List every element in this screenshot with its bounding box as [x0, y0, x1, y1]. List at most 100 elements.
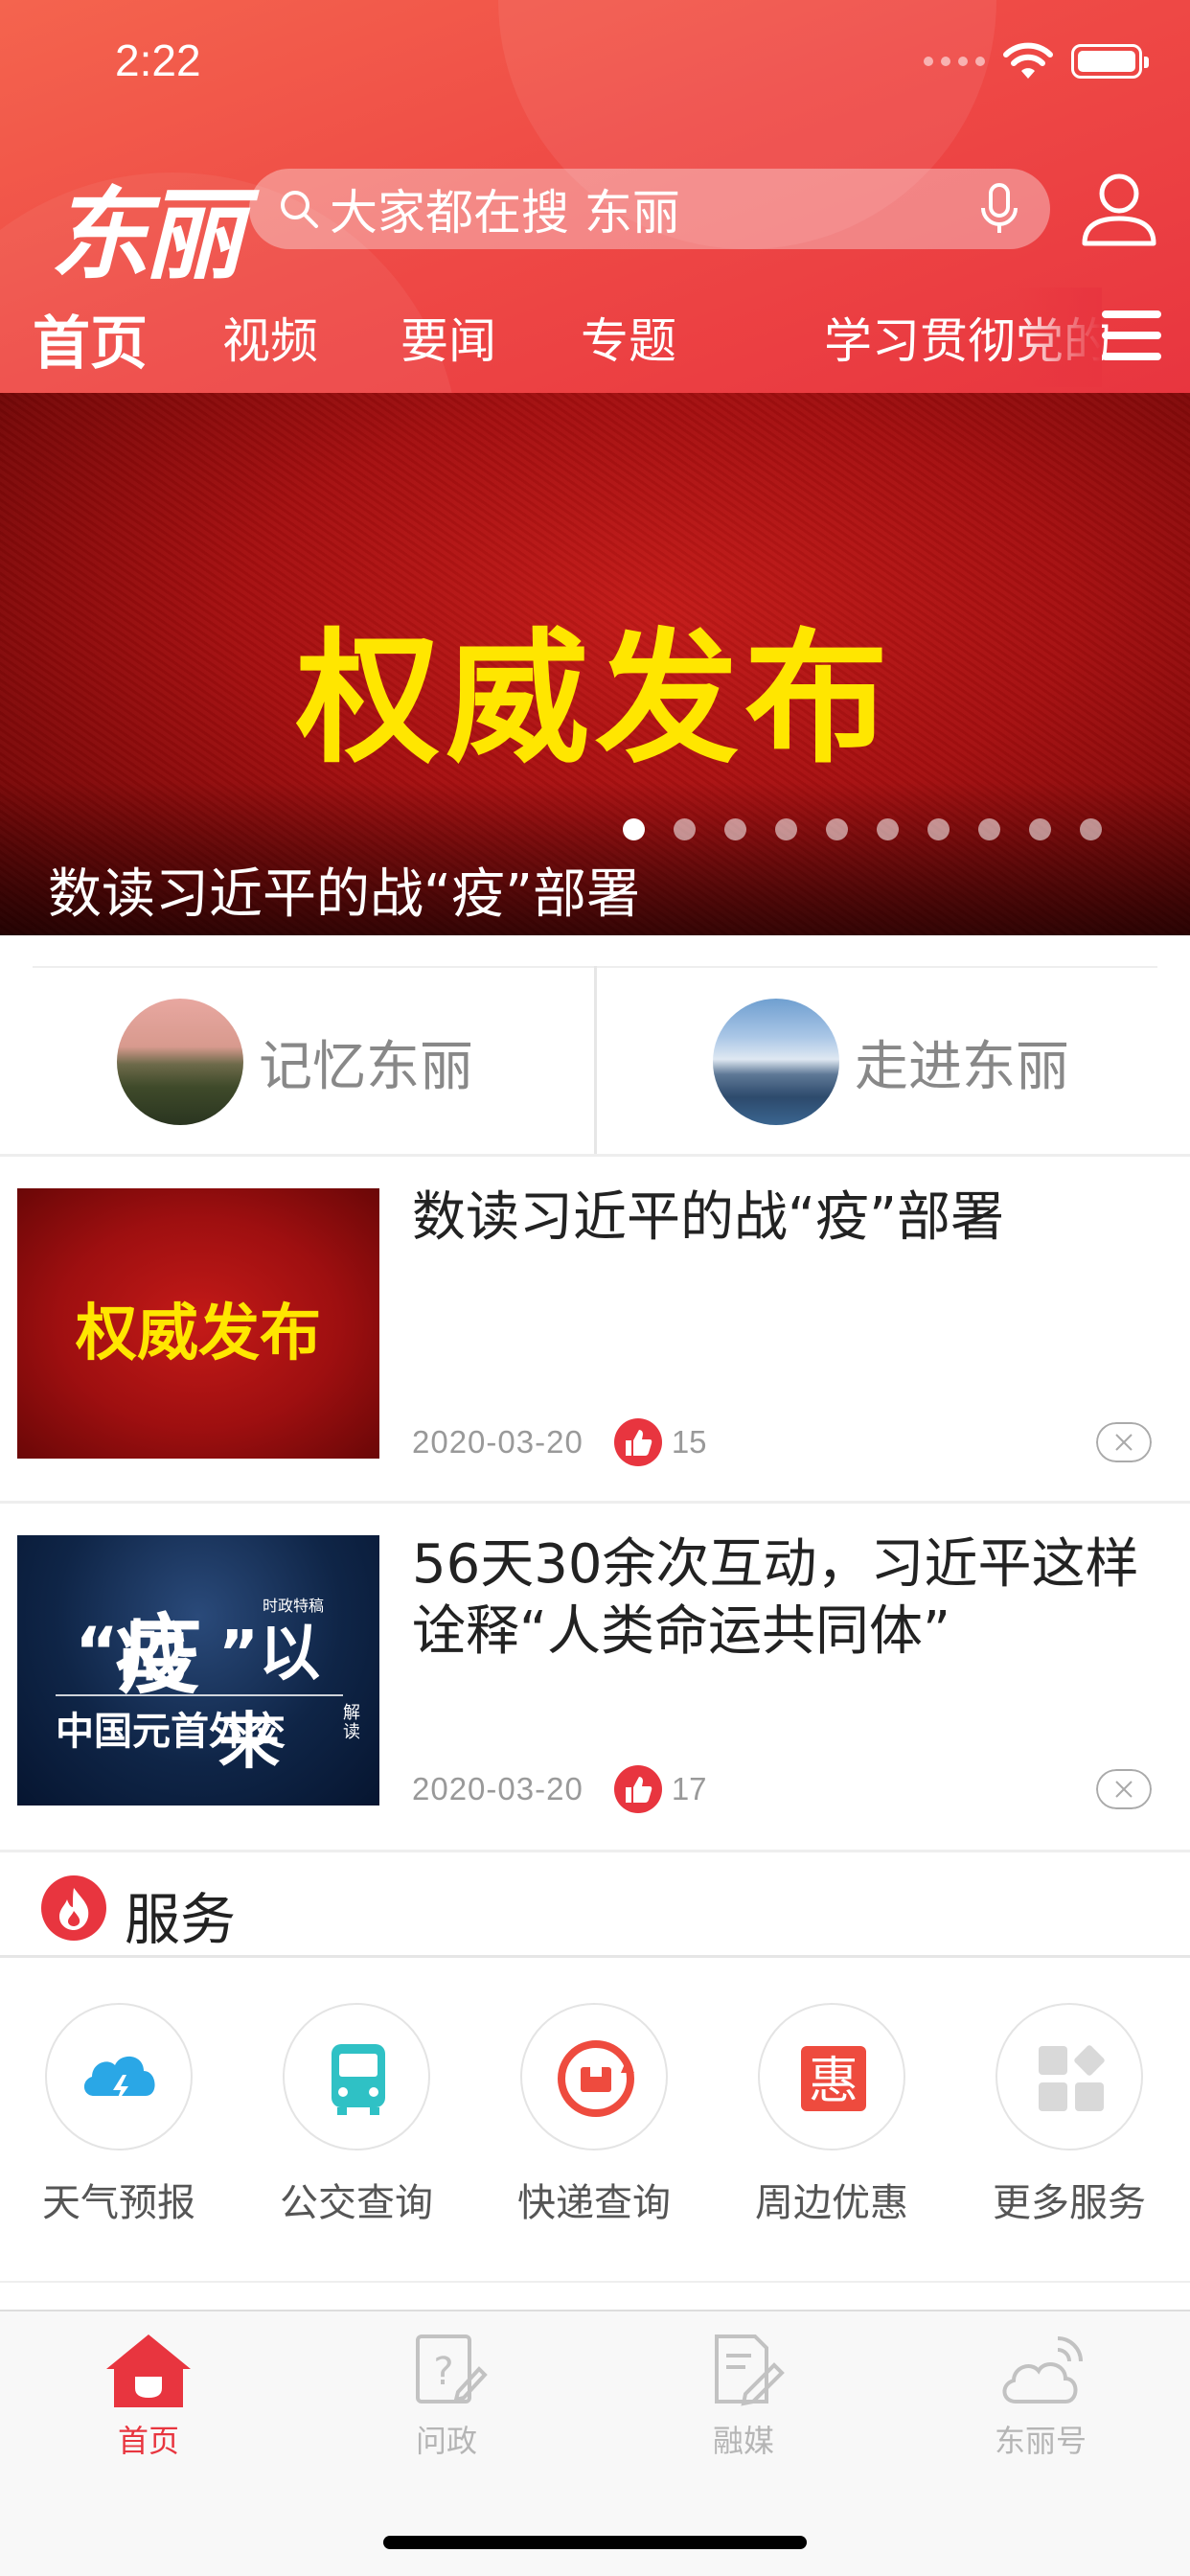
tab-news[interactable]: 要闻 — [400, 303, 496, 372]
menu-icon[interactable] — [1102, 310, 1161, 368]
pager-dot[interactable] — [978, 818, 1000, 840]
tabbar-label: 问政 — [415, 2423, 477, 2459]
tabbar-media[interactable]: 融媒 — [648, 2331, 839, 2461]
pager-dot[interactable] — [1029, 818, 1051, 840]
tab-topics[interactable]: 专题 — [581, 303, 676, 372]
status-time: 2:22 — [115, 35, 201, 85]
signal-icon — [924, 57, 985, 66]
pager-dot[interactable] — [1080, 818, 1102, 840]
thumbnail-text: 中国元首外交 — [56, 1710, 286, 1754]
banner-caption: 数读习近平的战“疫”部署 — [48, 863, 641, 926]
thumbnail-rule — [56, 1694, 343, 1696]
thumbnail-text: 权威发布 — [76, 1299, 321, 1369]
home-icon — [106, 2334, 191, 2407]
feature-label: 走进东丽 — [855, 1035, 1069, 1098]
thumbs-up-icon[interactable] — [612, 1763, 664, 1815]
service-icon-ring — [45, 2003, 193, 2150]
pager-dot[interactable] — [826, 818, 848, 840]
news-item[interactable]: 权威发布 数读习近平的战“疫”部署 2020-03-20 15 — [0, 1156, 1190, 1501]
tabbar-dongli-account[interactable]: 东丽号 — [945, 2331, 1136, 2461]
service-bus[interactable]: 公交查询 — [238, 2003, 475, 2227]
news-date: 2020-03-20 — [412, 1771, 584, 1806]
pager-dot[interactable] — [724, 818, 746, 840]
news-item[interactable]: “战 疫 ”以来 时政特稿 中国元首外交 解读 56天30余次互动，习近平这样诠… — [0, 1503, 1190, 1848]
news-thumbnail: “战 疫 ”以来 时政特稿 中国元首外交 解读 — [17, 1535, 379, 1806]
thumbnail-tag: 解读 — [343, 1703, 360, 1742]
wifi-icon — [1003, 42, 1053, 79]
news-meta: 2020-03-20 17 — [412, 1763, 707, 1815]
svg-text:?: ? — [433, 2350, 453, 2394]
service-label: 更多服务 — [993, 2181, 1146, 2225]
service-express[interactable]: 快递查询 — [475, 2003, 713, 2227]
service-label: 快递查询 — [517, 2181, 671, 2225]
service-discount[interactable]: 惠 周边优惠 — [713, 2003, 950, 2227]
dismiss-icon[interactable] — [1096, 1422, 1152, 1462]
divider — [0, 1955, 1190, 1958]
services-header: 服务 — [0, 1855, 1190, 1955]
search-placeholder: 大家都在搜 东丽 — [330, 185, 680, 241]
discount-glyph: 惠 — [809, 2053, 858, 2110]
tab-video[interactable]: 视频 — [222, 303, 318, 372]
tabbar-label: 融媒 — [712, 2423, 774, 2459]
home-indicator[interactable] — [383, 2536, 807, 2549]
explore-dongli-thumb — [713, 999, 839, 1125]
news-title: 56天30余次互动，习近平这样诠释“人类命运共同体” — [412, 1533, 1139, 1663]
app-logo: 东丽 — [50, 175, 243, 293]
cloud-broadcast-icon — [1002, 2336, 1083, 2404]
pager-dot[interactable] — [674, 818, 696, 840]
thumbnail-tag: 时政特稿 — [263, 1597, 325, 1615]
feature-entries: 记忆东丽 走进东丽 — [0, 966, 1190, 1154]
battery-icon — [1071, 44, 1149, 79]
tabbar-label: 首页 — [117, 2423, 179, 2459]
memory-dongli-thumb — [117, 999, 243, 1125]
service-weather[interactable]: 天气预报 — [0, 2003, 238, 2227]
service-more[interactable]: 更多服务 — [950, 2003, 1188, 2227]
service-label: 公交查询 — [280, 2181, 433, 2225]
tabbar-label: 东丽号 — [994, 2423, 1087, 2459]
service-icon-ring — [283, 2003, 430, 2150]
more-services-icon — [1039, 2045, 1105, 2111]
like-count: 17 — [671, 1771, 707, 1806]
carousel-pager[interactable] — [623, 818, 1102, 840]
express-icon — [558, 2040, 634, 2117]
service-icon-ring — [995, 2003, 1143, 2150]
feature-label: 记忆东丽 — [259, 1035, 473, 1098]
user-icon[interactable] — [1079, 169, 1159, 249]
channel-tabs: 首页 视频 要闻 专题 学习贯彻党的 — [0, 288, 1190, 387]
news-thumbnail: 权威发布 — [17, 1188, 379, 1459]
discount-icon: 惠 — [801, 2046, 866, 2111]
thumbnail-text: 疫 — [115, 1605, 201, 1706]
services-grid: 天气预报 公交查询 快递查询 惠 周边优惠 更多服务 — [0, 2003, 1190, 2242]
dismiss-icon[interactable] — [1096, 1769, 1152, 1809]
fire-icon — [41, 1875, 106, 1941]
pager-dot[interactable] — [623, 818, 645, 840]
divider — [0, 1850, 1190, 1852]
bus-icon — [332, 2044, 385, 2115]
tab-home[interactable]: 首页 — [33, 297, 148, 380]
app-header: 2:22 东丽 大家都在搜 东丽 首页 视频 要闻 专题 学习贯彻党的 — [0, 0, 1190, 393]
tabbar-home[interactable]: 首页 — [53, 2331, 244, 2461]
service-icon-ring — [520, 2003, 668, 2150]
pager-dot[interactable] — [927, 818, 950, 840]
service-label: 周边优惠 — [755, 2181, 908, 2225]
news-meta: 2020-03-20 15 — [412, 1416, 707, 1468]
search-icon — [281, 191, 318, 228]
news-date: 2020-03-20 — [412, 1424, 584, 1460]
thumbs-up-icon[interactable] — [612, 1416, 664, 1468]
question-edit-icon: ? — [416, 2334, 488, 2404]
banner-carousel[interactable]: 权威发布 数读习近平的战“疫”部署 — [0, 393, 1190, 935]
status-icons — [924, 42, 1149, 80]
pager-dot[interactable] — [775, 818, 797, 840]
microphone-icon[interactable] — [977, 181, 1021, 237]
news-title: 数读习近平的战“疫”部署 — [412, 1186, 1005, 1249]
service-label: 天气预报 — [42, 2181, 195, 2225]
feature-memory-dongli[interactable]: 记忆东丽 — [117, 999, 473, 1125]
feature-explore-dongli[interactable]: 走进东丽 — [713, 999, 1069, 1125]
search-bar[interactable]: 大家都在搜 东丽 — [249, 169, 1050, 249]
services-title: 服务 — [125, 1887, 237, 1952]
tabs-fade — [1016, 288, 1102, 387]
divider — [594, 966, 597, 1154]
pager-dot[interactable] — [877, 818, 899, 840]
tabbar-inquiry[interactable]: ? 问政 — [351, 2331, 542, 2461]
banner-headline: 权威发布 — [295, 616, 894, 783]
